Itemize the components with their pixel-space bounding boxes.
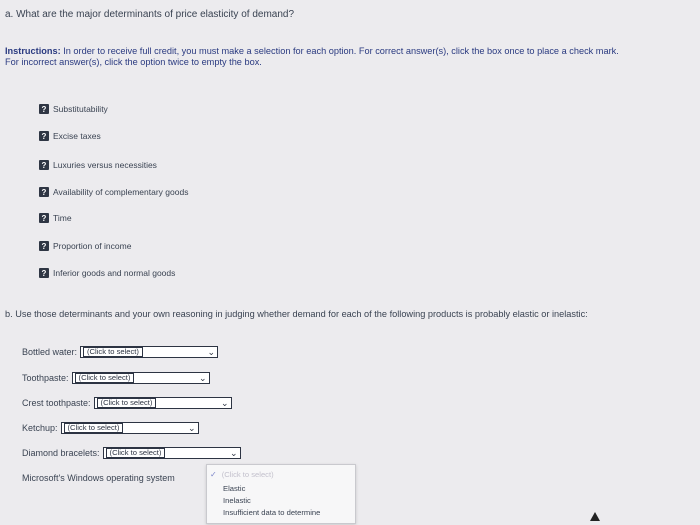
elasticity-select[interactable]: (Click to select) ⌄ bbox=[80, 346, 219, 358]
product-label: Ketchup: bbox=[22, 423, 58, 433]
chevron-down-icon: ⌄ bbox=[221, 398, 229, 408]
dropdown-option-insufficient-data[interactable]: Insufficient data to determine bbox=[223, 508, 320, 517]
option-excise-taxes[interactable]: ? Excise taxes bbox=[39, 131, 101, 141]
dropdown-placeholder: (Click to select) bbox=[221, 470, 274, 479]
dropdown-option-inelastic[interactable]: Inelastic bbox=[223, 496, 251, 505]
option-label: Availability of complementary goods bbox=[53, 187, 189, 197]
chevron-down-icon: ⌄ bbox=[187, 423, 196, 433]
mouse-cursor-icon bbox=[590, 512, 600, 521]
question-checkbox-icon[interactable]: ? bbox=[39, 213, 49, 223]
checkmark-icon: ✓ bbox=[210, 470, 217, 479]
option-label: Luxuries versus necessities bbox=[53, 160, 157, 170]
chevron-down-icon: ⌄ bbox=[199, 373, 207, 383]
option-complementary-goods[interactable]: ? Availability of complementary goods bbox=[39, 187, 188, 197]
product-label: Toothpaste: bbox=[22, 373, 69, 383]
product-row-toothpaste: Toothpaste: (Click to select) ⌄ bbox=[22, 372, 210, 384]
question-checkbox-icon[interactable]: ? bbox=[39, 268, 49, 278]
option-inferior-normal-goods[interactable]: ? Inferior goods and normal goods bbox=[39, 268, 175, 278]
option-substitutability[interactable]: ? Substitutability bbox=[39, 104, 108, 114]
instructions: Instructions: In order to receive full c… bbox=[5, 46, 625, 68]
product-label: Microsoft's Windows operating system bbox=[22, 473, 175, 483]
question-a-text: a. What are the major determinants of pr… bbox=[5, 9, 295, 20]
option-label: Inferior goods and normal goods bbox=[53, 268, 176, 278]
option-label: Substitutability bbox=[53, 104, 108, 114]
question-checkbox-icon[interactable]: ? bbox=[39, 187, 49, 197]
dropdown-option-elastic[interactable]: Elastic bbox=[223, 484, 245, 493]
option-luxuries-vs-necessities[interactable]: ? Luxuries versus necessities bbox=[39, 160, 157, 170]
homework-page: a. What are the major determinants of pr… bbox=[0, 0, 700, 525]
option-time[interactable]: ? Time bbox=[39, 213, 72, 223]
question-checkbox-icon[interactable]: ? bbox=[39, 131, 49, 141]
dropdown-header[interactable]: ✓ (Click to select) bbox=[210, 470, 274, 479]
option-label: Time bbox=[53, 213, 72, 223]
elasticity-select[interactable]: (Click to select) ⌄ bbox=[93, 397, 232, 409]
product-label: Diamond bracelets: bbox=[22, 448, 100, 458]
option-label: Excise taxes bbox=[53, 131, 101, 141]
select-value: (Click to select) bbox=[96, 398, 157, 408]
product-label: Bottled water: bbox=[22, 347, 78, 357]
question-checkbox-icon[interactable]: ? bbox=[39, 104, 49, 114]
elasticity-dropdown-menu[interactable]: ✓ (Click to select) Elastic Inelastic In… bbox=[206, 464, 356, 524]
instructions-label: Instructions: bbox=[5, 46, 61, 56]
product-row-windows-os: Microsoft's Windows operating system bbox=[22, 473, 175, 483]
product-row-ketchup: Ketchup: (Click to select) ⌄ bbox=[22, 422, 199, 434]
product-row-crest-toothpaste: Crest toothpaste: (Click to select) ⌄ bbox=[22, 397, 232, 409]
select-value: (Click to select) bbox=[105, 448, 166, 458]
elasticity-select[interactable]: (Click to select) ⌄ bbox=[60, 422, 199, 434]
select-value: (Click to select) bbox=[83, 347, 143, 357]
product-label: Crest toothpaste: bbox=[22, 398, 91, 408]
select-value: (Click to select) bbox=[74, 373, 135, 383]
question-checkbox-icon[interactable]: ? bbox=[39, 241, 49, 251]
chevron-down-icon: ⌄ bbox=[230, 448, 238, 458]
elasticity-select[interactable]: (Click to select) ⌄ bbox=[71, 372, 210, 384]
chevron-down-icon: ⌄ bbox=[207, 347, 216, 357]
question-b-text: b. Use those determinants and your own r… bbox=[5, 309, 588, 319]
product-row-diamond-bracelets: Diamond bracelets: (Click to select) ⌄ bbox=[22, 447, 241, 459]
elasticity-select[interactable]: (Click to select) ⌄ bbox=[102, 447, 241, 459]
option-label: Proportion of income bbox=[53, 241, 132, 251]
select-value: (Click to select) bbox=[63, 423, 124, 433]
question-checkbox-icon[interactable]: ? bbox=[39, 160, 49, 170]
option-proportion-of-income[interactable]: ? Proportion of income bbox=[39, 241, 131, 251]
instructions-text: In order to receive full credit, you mus… bbox=[5, 46, 619, 67]
product-row-bottled-water: Bottled water: (Click to select) ⌄ bbox=[22, 346, 219, 358]
